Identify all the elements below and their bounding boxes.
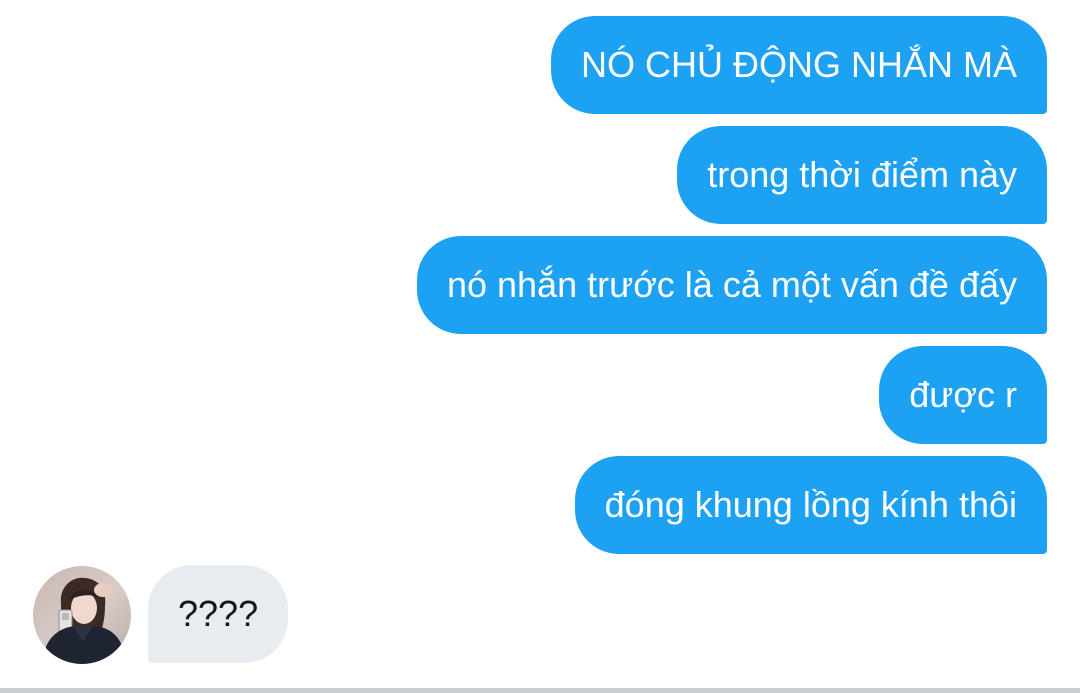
divider bbox=[0, 688, 1080, 693]
incoming-message-bubble[interactable]: ???? bbox=[148, 565, 289, 663]
outgoing-message-bubble[interactable]: NÓ CHỦ ĐỘNG NHẮN MÀ bbox=[550, 16, 1047, 114]
message-text: đóng khung lồng kính thôi bbox=[604, 484, 1017, 525]
message-text: trong thời điểm này bbox=[707, 154, 1017, 195]
message-thread: NÓ CHỦ ĐỘNG NHẮN MÀ trong thời điểm này … bbox=[0, 0, 1080, 693]
outgoing-message-bubble[interactable]: được r bbox=[879, 346, 1047, 444]
message-text: nó nhắn trước là cả một vấn đề đấy bbox=[446, 264, 1017, 305]
message-text: NÓ CHỦ ĐỘNG NHẮN MÀ bbox=[580, 44, 1017, 85]
outgoing-message-bubble[interactable]: nó nhắn trước là cả một vấn đề đấy bbox=[416, 236, 1047, 334]
outgoing-message-bubble[interactable]: trong thời điểm này bbox=[677, 126, 1047, 224]
outgoing-message-bubble[interactable]: đóng khung lồng kính thôi bbox=[574, 456, 1047, 554]
message-text: ???? bbox=[178, 593, 259, 634]
message-text: được r bbox=[909, 374, 1017, 415]
avatar-photo bbox=[33, 566, 131, 664]
user-avatar-icon[interactable] bbox=[33, 566, 131, 664]
